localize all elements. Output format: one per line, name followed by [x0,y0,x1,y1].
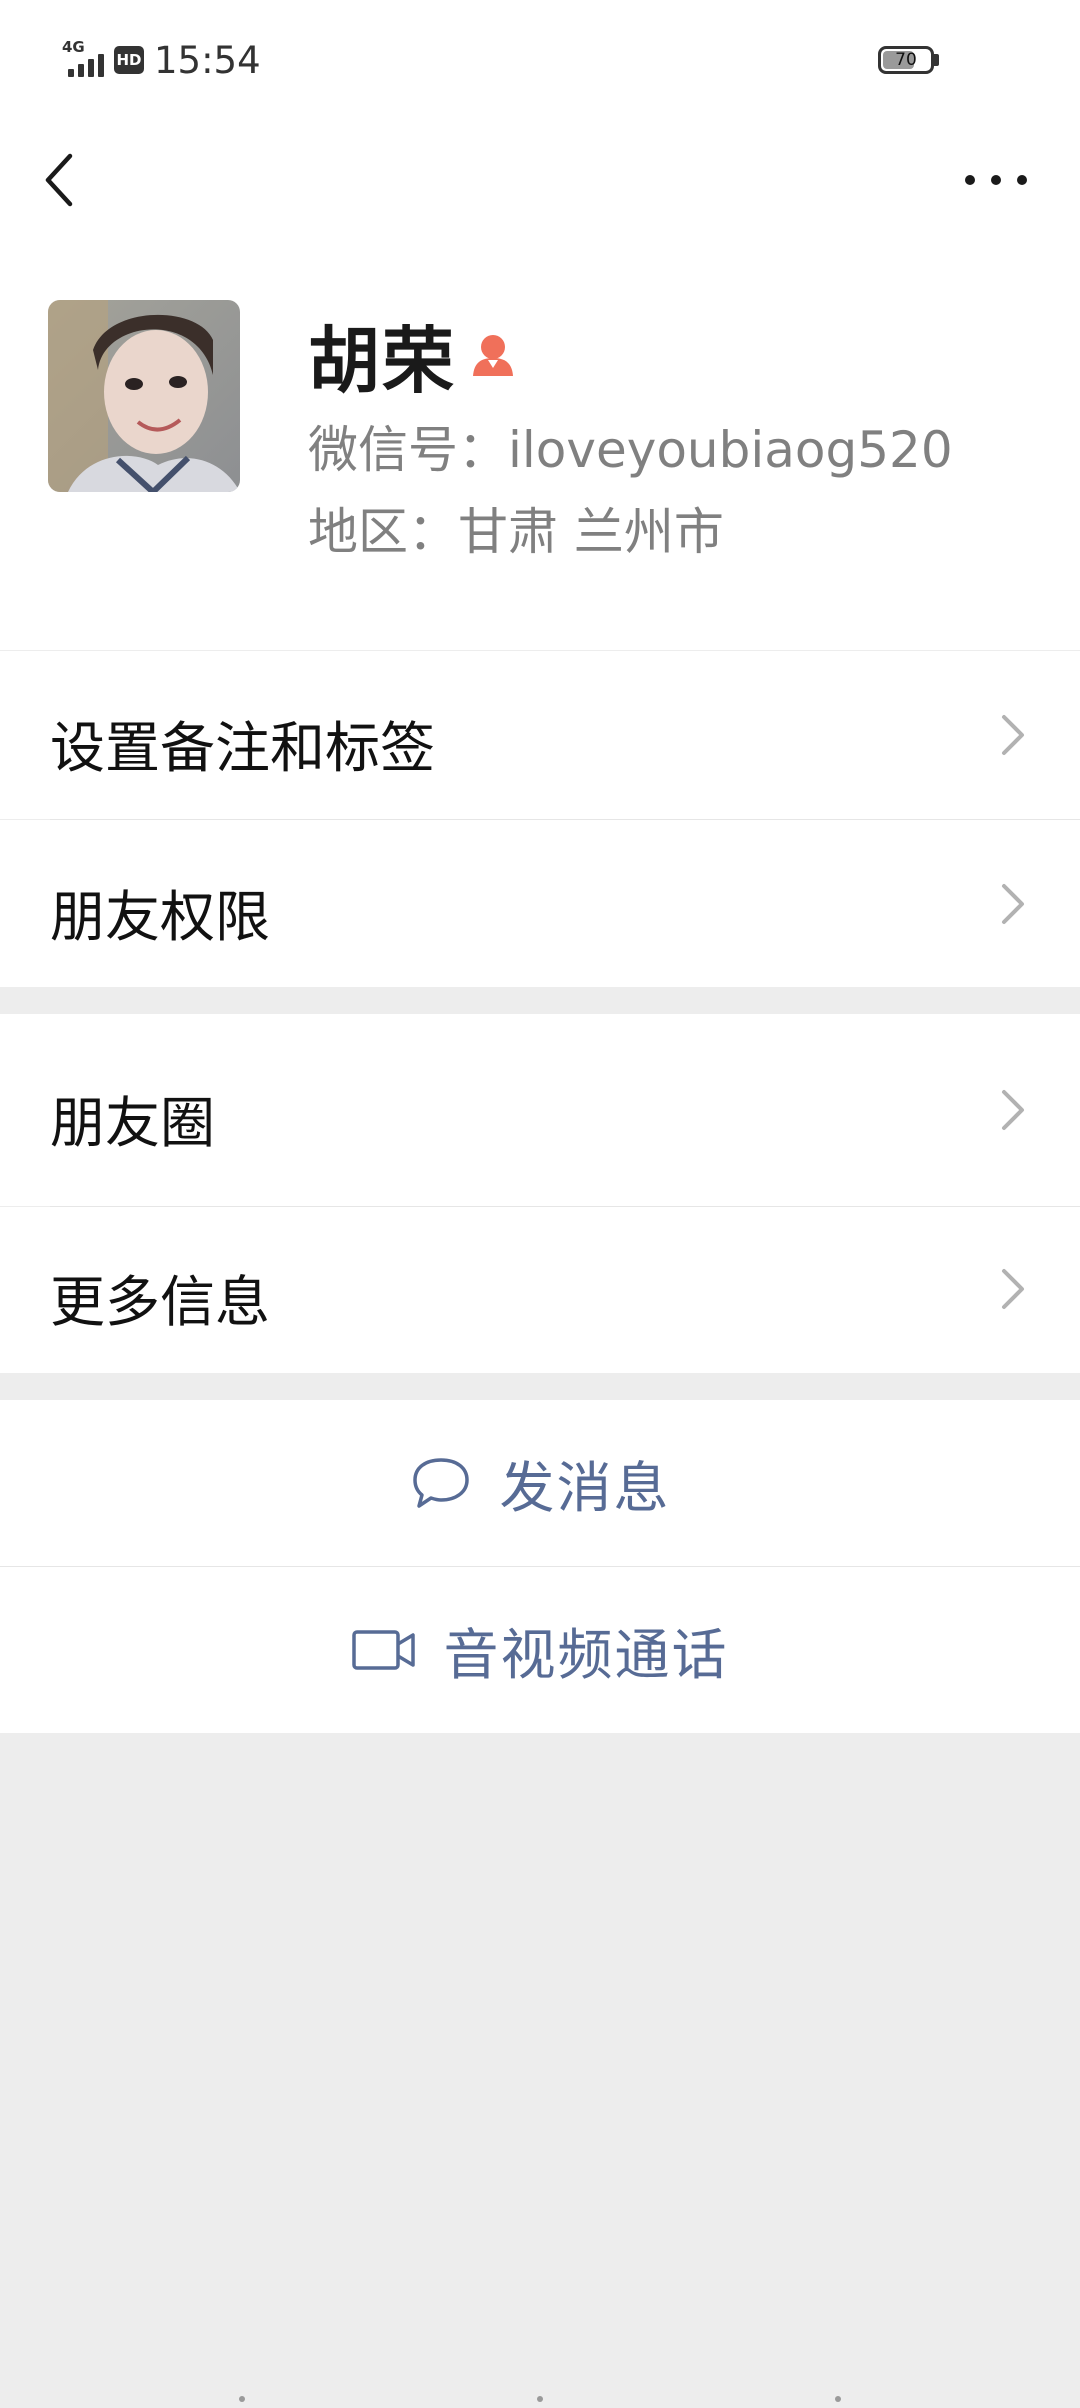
menu-item-remark-tags[interactable]: 设置备注和标签 [0,651,1080,819]
female-icon [473,334,514,376]
menu-item-more-info[interactable]: 更多信息 [0,1207,1080,1373]
chat-bubble-icon [413,1458,470,1508]
video-camera-icon [352,1630,416,1670]
avatar[interactable] [48,300,240,492]
hd-badge: HD [114,46,144,74]
video-call-label: 音视频通话 [443,1623,729,1687]
menu-item-label: 更多信息 [50,1270,271,1334]
wechat-id: 微信号：iloveyoubiaog520 [308,421,953,479]
contact-name: 胡荣 [308,319,457,403]
chevron-right-icon [1002,715,1024,755]
back-button[interactable] [36,148,96,212]
menu-item-label: 朋友圈 [50,1091,216,1155]
battery-text: 70 [895,50,917,70]
send-message-label: 发消息 [499,1456,671,1520]
more-button[interactable] [956,148,1036,212]
chevron-left-icon [45,153,73,207]
more-horizontal-icon [965,175,1027,185]
send-message-button[interactable]: 发消息 [0,1400,1080,1566]
menu-item-label: 朋友权限 [50,885,271,949]
chevron-right-icon [1002,884,1024,924]
nav-bar [0,120,1080,240]
menu-item-label: 设置备注和标签 [50,716,436,780]
region: 地区：甘肃 兰州市 [308,503,724,561]
battery-cap [934,54,939,66]
profile-header: 胡荣 微信号：iloveyoubiaog520 地区：甘肃 兰州市 [0,240,1080,650]
chevron-right-icon [1002,1090,1024,1130]
status-bar: 4G HD 15:54 70 [0,0,1080,120]
video-call-button[interactable]: 音视频通话 [0,1567,1080,1733]
chevron-right-icon [1002,1269,1024,1309]
battery-icon: 70 [878,46,934,74]
avatar-image [48,300,240,492]
menu-item-friend-permissions[interactable]: 朋友权限 [0,820,1080,987]
menu-item-moments[interactable]: 朋友圈 [0,1014,1080,1206]
signal-icon [68,43,104,77]
status-time: 15:54 [154,38,261,82]
